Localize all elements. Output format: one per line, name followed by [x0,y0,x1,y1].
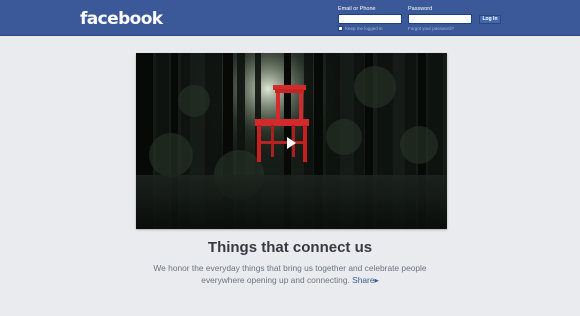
keep-logged-in-label[interactable]: Keep me logged in [345,26,383,31]
login-form: Email or Phone Password Log In Keep me l… [338,6,508,34]
facebook-logo[interactable]: facebook [80,9,163,29]
share-arrow-icon: ▸ [374,275,379,285]
hero-headline: Things that connect us [207,239,373,256]
keep-logged-in-checkbox[interactable] [338,26,343,31]
keep-logged-in-row: Keep me logged in [338,26,383,31]
password-field[interactable] [408,14,472,24]
email-label: Email or Phone [338,6,376,12]
email-field[interactable] [338,14,402,24]
top-navigation-bar: facebook Email or Phone Password Log In … [0,0,580,36]
password-label: Password [408,6,433,12]
description-text: We honor the everyday things that bring … [153,263,427,285]
forgot-password-link[interactable]: Forgot your password? [408,26,454,31]
share-link[interactable]: Share▸ [352,275,379,285]
hero-description: We honor the everyday things that bring … [150,262,430,286]
share-label: Share [352,275,375,285]
play-icon[interactable] [282,134,300,152]
log-in-button[interactable]: Log In [479,15,501,24]
